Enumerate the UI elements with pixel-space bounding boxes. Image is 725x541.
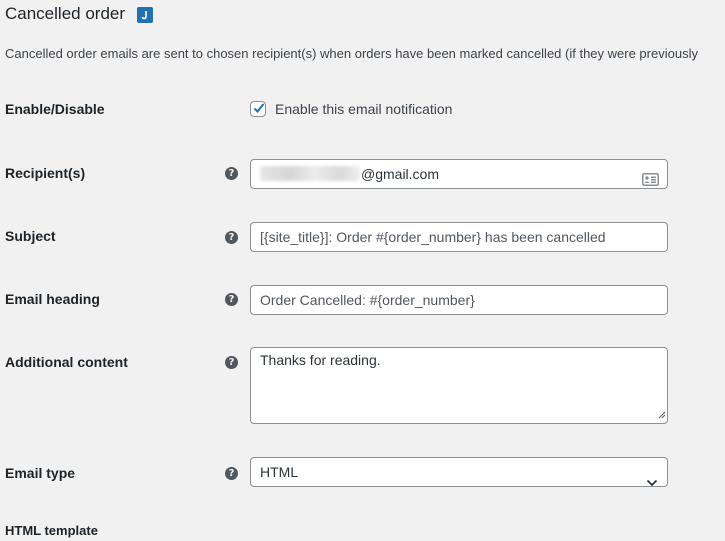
contact-card-icon[interactable] [642, 167, 659, 195]
help-icon[interactable]: ? [225, 293, 238, 306]
email-heading-label: Email heading [5, 291, 100, 307]
enable-email-checkbox[interactable] [250, 101, 266, 117]
help-icon[interactable]: ? [225, 231, 238, 244]
help-icon[interactable]: ? [225, 467, 238, 480]
chevron-down-icon [646, 468, 658, 496]
html-template-label: HTML template [5, 523, 98, 538]
help-icon[interactable]: ? [225, 167, 238, 180]
email-type-label: Email type [5, 465, 76, 481]
additional-content-textarea[interactable]: Thanks for reading. [250, 347, 668, 424]
email-type-select[interactable]: HTML [250, 457, 668, 487]
return-arrow-icon[interactable] [137, 7, 154, 23]
additional-content-label: Additional content [5, 354, 128, 370]
recipient-input[interactable]: @gmail.com [250, 159, 668, 189]
recipient-label: Recipient(s) [5, 165, 86, 181]
page-title: Cancelled order [5, 4, 126, 23]
email-heading-input[interactable]: Order Cancelled: #{order_number} [250, 285, 668, 315]
email-type-selected: HTML [260, 464, 299, 480]
checkmark-icon [253, 103, 265, 113]
title-row: Cancelled order [5, 4, 154, 24]
subject-input[interactable]: [{site_title}]: Order #{order_number} ha… [250, 222, 668, 252]
additional-content-value: Thanks for reading. [260, 352, 381, 368]
subject-label: Subject [5, 228, 56, 244]
page-description: Cancelled order emails are sent to chose… [5, 46, 698, 61]
help-icon[interactable]: ? [225, 356, 238, 369]
resize-handle-icon[interactable] [658, 406, 666, 422]
enable-email-checkbox-label[interactable]: Enable this email notification [275, 101, 452, 117]
redacted-email-user [260, 166, 360, 181]
enable-disable-label: Enable/Disable [5, 101, 105, 117]
recipient-email-domain: @gmail.com [361, 166, 440, 182]
